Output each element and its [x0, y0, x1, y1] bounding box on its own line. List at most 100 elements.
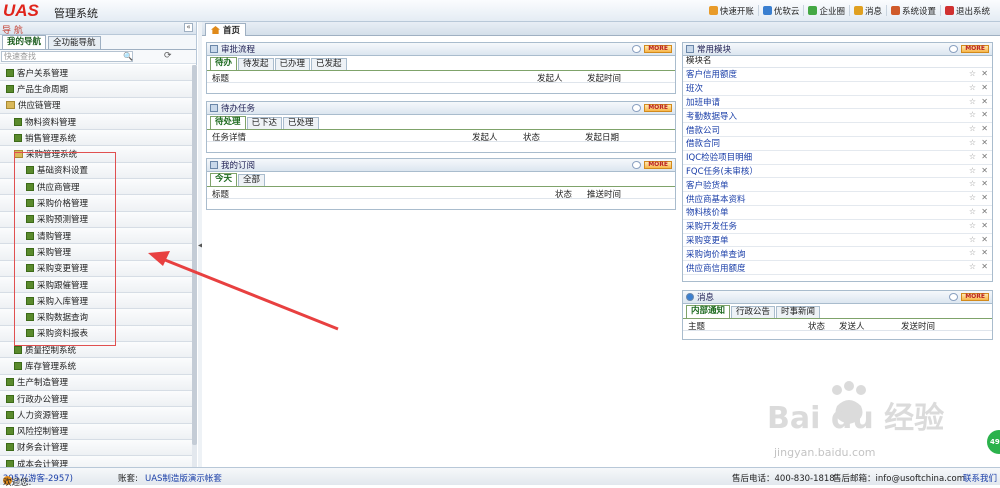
tab-today[interactable]: 今天 — [210, 173, 238, 186]
sidebar-scrollbar[interactable] — [192, 65, 197, 467]
module-link[interactable]: 物料核价单 — [686, 206, 729, 218]
settings-icon[interactable] — [632, 104, 642, 112]
star-icon[interactable]: ☆ — [969, 262, 976, 271]
nav-item[interactable]: 采购预测管理 — [0, 211, 192, 228]
module-row[interactable]: 供应商基本资料 ☆ ✕ — [683, 192, 992, 206]
nav-item[interactable]: 请购管理 — [0, 227, 192, 245]
remove-icon[interactable]: ✕ — [981, 152, 988, 161]
nav-item[interactable]: 行政办公管理 — [0, 390, 192, 408]
nav-item[interactable]: 生产制造管理 — [0, 374, 192, 391]
remove-icon[interactable]: ✕ — [981, 138, 988, 147]
remove-icon[interactable]: ✕ — [981, 193, 988, 202]
star-icon[interactable]: ☆ — [969, 221, 976, 230]
star-icon[interactable]: ☆ — [969, 83, 976, 92]
nav-item[interactable]: 供应链管理 — [0, 97, 192, 114]
settings-icon[interactable] — [632, 45, 642, 53]
star-icon[interactable]: ☆ — [969, 235, 976, 244]
nav-item[interactable]: 采购变更管理 — [0, 260, 192, 277]
module-row[interactable]: 供应商信用额度 ☆ ✕ — [683, 261, 992, 275]
tab-my-nav[interactable]: 我的导航 — [2, 35, 47, 49]
settings-icon[interactable] — [949, 293, 959, 301]
star-icon[interactable]: ☆ — [969, 97, 976, 106]
nav-item[interactable]: 供应商管理 — [0, 179, 192, 196]
module-link[interactable]: 采购询价单查询 — [686, 248, 746, 260]
nav-item[interactable]: 采购资料报表 — [0, 325, 192, 343]
module-row[interactable]: 借款公司 ☆ ✕ — [683, 123, 992, 137]
tab-to-start[interactable]: 待发起 — [238, 58, 274, 70]
star-icon[interactable]: ☆ — [969, 124, 976, 133]
nav-item[interactable]: 基础资料设置 — [0, 162, 192, 180]
quick-search-input[interactable]: 快速查找 — [1, 51, 133, 62]
topnav-item-2[interactable]: 企业圈 — [803, 5, 849, 17]
nav-item[interactable]: 人力资源管理 — [0, 407, 192, 424]
star-icon[interactable]: ☆ — [969, 248, 976, 257]
more-button[interactable]: MORE — [961, 45, 989, 53]
tab-news[interactable]: 时事新闻 — [776, 306, 821, 318]
module-link[interactable]: 借款公司 — [686, 124, 720, 136]
tab-all[interactable]: 全部 — [238, 174, 266, 186]
more-button[interactable]: MORE — [644, 45, 672, 53]
nav-item[interactable]: 物料资料管理 — [0, 113, 192, 131]
remove-icon[interactable]: ✕ — [981, 262, 988, 271]
tab-pending[interactable]: 待处理 — [210, 116, 246, 129]
topnav-item-5[interactable]: 退出系统 — [939, 5, 994, 17]
remove-icon[interactable]: ✕ — [981, 221, 988, 230]
nav-item[interactable]: 采购入库管理 — [0, 293, 192, 310]
module-row[interactable]: FQC任务(未审核） ☆ ✕ — [683, 165, 992, 179]
topnav-item-4[interactable]: 系统设置 — [885, 5, 940, 17]
contact-link[interactable]: 联系我们 — [963, 472, 997, 484]
module-row[interactable]: 借款合同 ☆ ✕ — [683, 137, 992, 151]
star-icon[interactable]: ☆ — [969, 207, 976, 216]
module-link[interactable]: FQC任务(未审核） — [686, 165, 758, 177]
topnav-item-0[interactable]: 快速开账 — [705, 5, 758, 17]
module-link[interactable]: 客户验货单 — [686, 179, 729, 191]
refresh-icon[interactable]: ⟳ — [164, 51, 172, 61]
nav-item[interactable]: 采购管理系统 — [0, 146, 192, 163]
module-row[interactable]: 采购变更单 ☆ ✕ — [683, 234, 992, 248]
topnav-item-3[interactable]: 消息 — [848, 5, 886, 17]
nav-item[interactable]: 财务会计管理 — [0, 439, 192, 457]
star-icon[interactable]: ☆ — [969, 179, 976, 188]
tab-todo[interactable]: 待办 — [210, 57, 238, 70]
remove-icon[interactable]: ✕ — [981, 97, 988, 106]
nav-item[interactable]: 客户关系管理 — [0, 65, 192, 82]
tab-processed[interactable]: 已处理 — [283, 117, 319, 129]
topnav-item-1[interactable]: 优软云 — [757, 5, 804, 17]
module-row[interactable]: 采购询价单查询 ☆ ✕ — [683, 247, 992, 262]
remove-icon[interactable]: ✕ — [981, 207, 988, 216]
module-link[interactable]: 客户信用额度 — [686, 68, 737, 80]
more-button[interactable]: MORE — [961, 293, 989, 301]
module-row[interactable]: 物料核价单 ☆ ✕ — [683, 206, 992, 220]
module-row[interactable]: 客户验货单 ☆ ✕ — [683, 178, 992, 193]
more-button[interactable]: MORE — [644, 161, 672, 169]
star-icon[interactable]: ☆ — [969, 138, 976, 147]
remove-icon[interactable]: ✕ — [981, 166, 988, 175]
nav-item[interactable]: 成本会计管理 — [0, 456, 192, 467]
scrollbar-thumb[interactable] — [192, 65, 197, 445]
star-icon[interactable]: ☆ — [969, 110, 976, 119]
collapse-sidebar-button[interactable]: « — [184, 23, 193, 32]
tab-handled[interactable]: 已办理 — [274, 58, 311, 70]
tab-internal-notice[interactable]: 内部通知 — [686, 305, 731, 318]
module-row[interactable]: 考勤数据导入 ☆ ✕ — [683, 109, 992, 124]
module-link[interactable]: 考勤数据导入 — [686, 110, 737, 122]
remove-icon[interactable]: ✕ — [981, 179, 988, 188]
account-link[interactable]: UAS制造版演示帐套 — [145, 472, 222, 484]
nav-item[interactable]: 采购价格管理 — [0, 195, 192, 212]
nav-item[interactable]: 质量控制系统 — [0, 342, 192, 359]
tab-issued[interactable]: 已下达 — [246, 117, 283, 129]
star-icon[interactable]: ☆ — [969, 152, 976, 161]
nav-item[interactable]: 采购管理 — [0, 244, 192, 261]
tab-home[interactable]: 首页 — [205, 23, 247, 36]
tab-started[interactable]: 已发起 — [311, 58, 347, 70]
remove-icon[interactable]: ✕ — [981, 235, 988, 244]
nav-item[interactable]: 销售管理系统 — [0, 130, 192, 147]
module-link[interactable]: 采购变更单 — [686, 234, 729, 246]
settings-icon[interactable] — [632, 161, 642, 169]
remove-icon[interactable]: ✕ — [981, 69, 988, 78]
remove-icon[interactable]: ✕ — [981, 83, 988, 92]
module-link[interactable]: IQC检验项目明细 — [686, 151, 752, 163]
tab-admin-announcement[interactable]: 行政公告 — [731, 306, 776, 318]
module-link[interactable]: 供应商信用额度 — [686, 262, 746, 274]
nav-item[interactable]: 采购跟催管理 — [0, 276, 192, 294]
